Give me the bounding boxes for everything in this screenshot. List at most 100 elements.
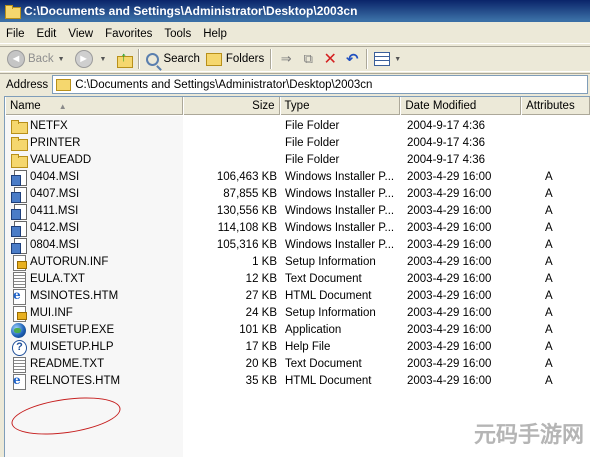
file-name-cell[interactable]: EULA.TXT (5, 271, 183, 288)
file-name-cell[interactable]: NETFX (5, 119, 183, 134)
folder-icon (56, 78, 72, 91)
file-date-modified: 2003-4-29 16:00 (407, 340, 492, 353)
search-label: Search (163, 53, 200, 65)
table-row[interactable]: RELNOTES.HTM 35 KB HTML Document 2003-4-29 … (5, 372, 590, 390)
menu-file[interactable]: File (6, 28, 25, 40)
menu-help[interactable]: Help (203, 28, 227, 40)
file-name-cell[interactable]: PRINTER (5, 136, 183, 151)
file-name-cell[interactable]: MUISETUP.EXE (5, 322, 183, 338)
html-document-icon (11, 373, 27, 390)
menu-favorites[interactable]: Favorites (105, 28, 152, 40)
table-row[interactable]: NETFX File Folder 2004-9-17 4:36 (5, 117, 590, 134)
file-type: Application (285, 323, 342, 336)
column-attributes-label: Attributes (526, 100, 575, 112)
search-icon (146, 52, 160, 66)
file-size: 12 KB (245, 272, 277, 285)
undo-button[interactable]: ↶ (341, 48, 363, 70)
delete-button[interactable]: ✕ (319, 48, 341, 70)
window-title: C:\Documents and Settings\Administrator\… (24, 4, 358, 18)
chevron-down-icon[interactable]: ▼ (100, 56, 107, 63)
file-attributes: A (545, 187, 553, 200)
table-row[interactable]: 0804.MSI 105,316 KB Windows Installer P...… (5, 236, 590, 254)
folders-button[interactable]: Folders (203, 48, 267, 70)
file-date-modified: 2003-4-29 16:00 (407, 221, 492, 234)
file-attributes: A (545, 357, 553, 370)
file-name-cell[interactable]: MSINOTES.HTM (5, 288, 183, 305)
table-row[interactable]: VALUEADD File Folder 2004-9-17 4:36 (5, 151, 590, 168)
column-header-attributes[interactable]: Attributes (521, 97, 590, 115)
back-label: Back (28, 53, 54, 65)
file-size: 101 KB (239, 323, 277, 336)
folders-label: Folders (225, 53, 265, 65)
file-name: MSINOTES.HTM (30, 289, 119, 302)
file-name-cell[interactable]: 0404.MSI (5, 169, 183, 186)
address-label: Address (6, 78, 49, 91)
table-row[interactable]: MSINOTES.HTM 27 KB HTML Document 2003-4-29 … (5, 287, 590, 305)
menu-edit[interactable]: Edit (37, 28, 57, 40)
file-type: Windows Installer P... (285, 170, 395, 183)
watermark-logo: 元码手游网 (473, 423, 584, 448)
file-name-cell[interactable]: AUTORUN.INF (5, 254, 183, 271)
table-row[interactable]: 0404.MSI 106,463 KB Windows Installer P...… (5, 168, 590, 186)
table-row[interactable]: MUI.INF 24 KB Setup Information 2003-4-29 1… (5, 304, 590, 322)
file-name-cell[interactable]: MUISETUP.HLP (5, 339, 183, 356)
move-to-button[interactable]: ⇒ (275, 48, 297, 70)
file-size: 1 KB (252, 255, 277, 268)
installer-package-icon (11, 203, 27, 220)
file-date-modified: 2003-4-29 16:00 (407, 306, 492, 319)
file-name-cell[interactable]: VALUEADD (5, 153, 183, 168)
table-row[interactable]: AUTORUN.INF 1 KB Setup Information 2003-4-2… (5, 253, 590, 271)
file-list[interactable]: Name ▲ Size Type Date Modified Attribute… (4, 96, 590, 457)
file-name-cell[interactable]: README.TXT (5, 356, 183, 373)
file-size: 106,463 KB (216, 170, 277, 183)
toolbar-divider (366, 49, 369, 69)
chevron-down-icon[interactable]: ▼ (58, 56, 65, 63)
back-button[interactable]: ◄ Back ▼ (4, 48, 72, 70)
file-type: File Folder (285, 119, 340, 132)
toolbar: ◄ Back ▼ ► ▼ Search Folders ⇒ ⧉ ✕ ↶ ▼ (0, 46, 590, 72)
file-date-modified: 2004-9-17 4:36 (407, 119, 486, 132)
file-date-modified: 2004-9-17 4:36 (407, 136, 486, 149)
search-button[interactable]: Search (143, 48, 202, 70)
folder-icon (4, 4, 21, 19)
menu-tools[interactable]: Tools (164, 28, 191, 40)
address-input[interactable]: C:\Documents and Settings\Administrator\… (52, 75, 588, 94)
forward-button[interactable]: ► ▼ (72, 48, 114, 70)
move-to-icon: ⇒ (280, 51, 292, 66)
table-row[interactable]: MUISETUP.EXE 101 KB Application 2003-4-29 1… (5, 321, 590, 338)
file-name-cell[interactable]: 0411.MSI (5, 203, 183, 220)
file-name: 0804.MSI (30, 238, 80, 251)
table-row[interactable]: PRINTER File Folder 2004-9-17 4:36 (5, 134, 590, 151)
table-row[interactable]: 0407.MSI 87,855 KB Windows Installer P... 2… (5, 185, 590, 203)
column-header-date-modified[interactable]: Date Modified (400, 97, 522, 115)
file-size: 24 KB (245, 306, 277, 319)
file-type: Text Document (285, 357, 362, 370)
delete-icon: ✕ (323, 51, 337, 68)
menu-view[interactable]: View (68, 28, 93, 40)
chevron-down-icon[interactable]: ▼ (394, 56, 401, 63)
file-size: 87,855 KB (223, 187, 277, 200)
file-name-cell[interactable]: RELNOTES.HTM (5, 373, 183, 390)
table-row[interactable]: 0411.MSI 130,556 KB Windows Installer P...… (5, 202, 590, 220)
column-header-type[interactable]: Type (279, 97, 401, 115)
table-row[interactable]: EULA.TXT 12 KB Text Document 2003-4-29 16:0… (5, 270, 590, 288)
file-name-cell[interactable]: 0804.MSI (5, 237, 183, 254)
file-name-cell[interactable]: 0407.MSI (5, 186, 183, 203)
installer-package-icon (11, 220, 27, 237)
copy-to-button[interactable]: ⧉ (297, 48, 319, 70)
file-name-cell[interactable]: MUI.INF (5, 305, 183, 322)
setup-info-icon (11, 254, 27, 271)
toolbar-divider (138, 49, 141, 69)
table-row[interactable]: 0412.MSI 114,108 KB Windows Installer P...… (5, 219, 590, 237)
column-header: Name ▲ Size Type Date Modified Attribute… (5, 97, 590, 115)
file-name-cell[interactable]: 0412.MSI (5, 220, 183, 237)
column-header-name[interactable]: Name ▲ (5, 97, 183, 115)
up-folder-button[interactable] (113, 48, 135, 70)
column-header-size[interactable]: Size (182, 97, 280, 115)
setup-info-icon (11, 305, 27, 322)
table-row[interactable]: README.TXT 20 KB Text Document 2003-4-29 16… (5, 355, 590, 373)
file-type: HTML Document (285, 374, 372, 387)
file-attributes: A (545, 306, 553, 319)
views-button[interactable]: ▼ (371, 48, 408, 70)
table-row[interactable]: MUISETUP.HLP 17 KB Help File 2003-4-29 16:0… (5, 338, 590, 356)
